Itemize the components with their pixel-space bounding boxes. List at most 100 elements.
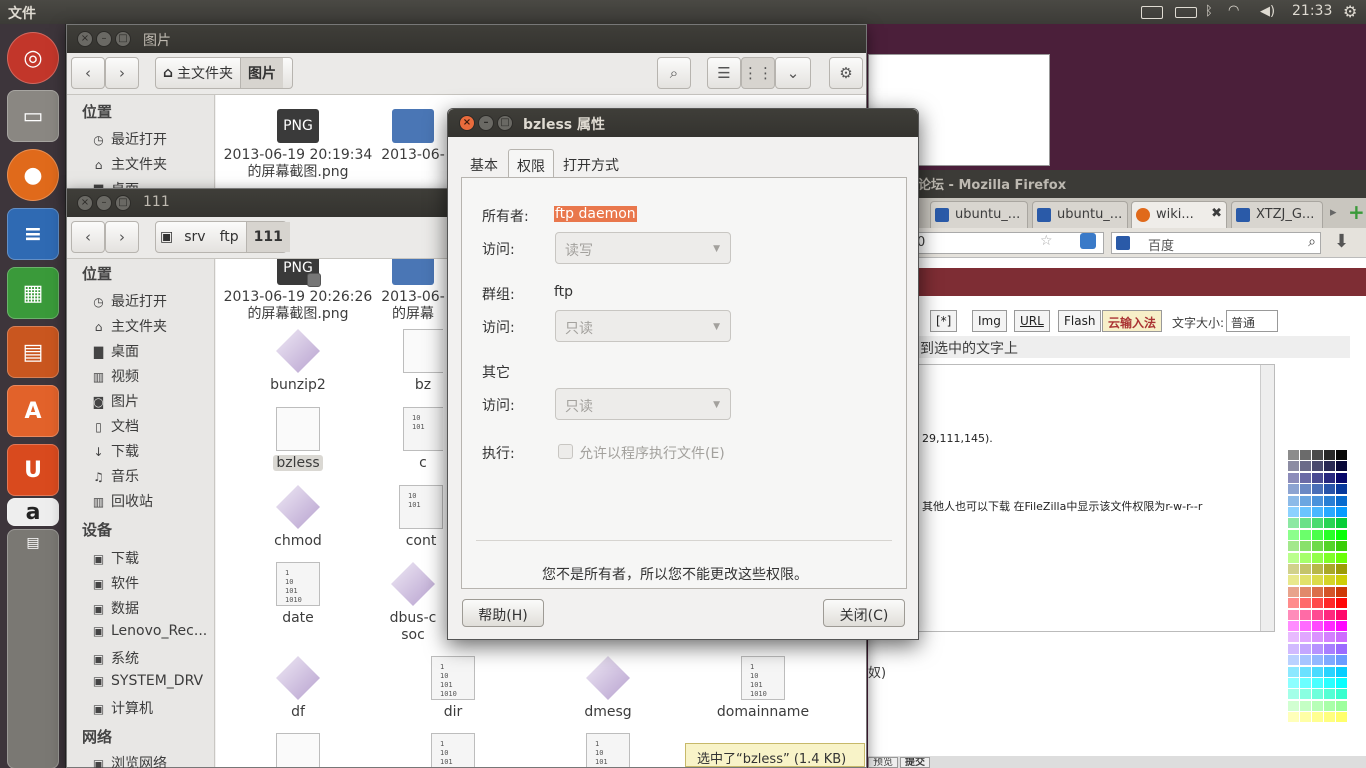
back-button[interactable]: ‹ xyxy=(71,57,105,89)
color-swatch[interactable] xyxy=(1336,564,1347,574)
editor-scrollbar[interactable] xyxy=(1260,365,1274,631)
color-swatch[interactable] xyxy=(1336,621,1347,631)
color-swatch[interactable] xyxy=(1336,678,1347,688)
sidebar-item-browse-network[interactable]: ▣ 浏览网络 xyxy=(91,753,167,768)
tab-wiki[interactable]: wiki... ✖ xyxy=(1131,201,1227,228)
color-swatch[interactable] xyxy=(1300,643,1311,654)
file-item[interactable]: 10 101 c xyxy=(403,407,443,472)
color-swatch[interactable] xyxy=(1336,586,1347,597)
close-icon[interactable]: × xyxy=(77,195,93,211)
color-swatch[interactable] xyxy=(1312,621,1323,631)
color-swatch[interactable] xyxy=(1312,507,1323,517)
color-swatch[interactable] xyxy=(1288,450,1299,460)
color-swatch[interactable] xyxy=(1288,564,1299,574)
color-swatch[interactable] xyxy=(1300,564,1311,574)
color-swatch[interactable] xyxy=(1324,518,1335,529)
color-swatch[interactable] xyxy=(1324,529,1335,540)
editor-btn-cloud-ime[interactable]: 云输入法 xyxy=(1102,310,1163,332)
new-tab-icon[interactable]: + xyxy=(1348,200,1365,224)
minimize-icon[interactable]: – xyxy=(96,31,112,47)
editor-btn-img[interactable]: Img xyxy=(972,310,1007,332)
battery-icon[interactable] xyxy=(1175,7,1197,18)
color-swatch[interactable] xyxy=(1288,586,1299,597)
color-swatch[interactable] xyxy=(1336,552,1347,563)
crumb-111[interactable]: 111 xyxy=(245,222,290,252)
color-swatch[interactable] xyxy=(1312,541,1323,552)
color-swatch[interactable] xyxy=(1336,484,1347,495)
forward-button[interactable]: › xyxy=(105,221,139,253)
color-swatch[interactable] xyxy=(1300,507,1311,517)
color-swatch[interactable] xyxy=(1336,689,1347,700)
file-item[interactable]: bunzip2 xyxy=(223,329,373,394)
file-item[interactable]: dbus-c soc xyxy=(378,562,448,644)
color-swatch[interactable] xyxy=(1300,689,1311,700)
color-swatch[interactable] xyxy=(1336,575,1347,586)
sidebar-item-recent[interactable]: ◷ 最近打开 xyxy=(91,129,167,149)
color-swatch[interactable] xyxy=(1324,507,1335,517)
grid-view-icon[interactable]: ⋮⋮ xyxy=(741,57,775,89)
color-swatch[interactable] xyxy=(1300,461,1311,472)
sidebar-device[interactable]: ▣ 软件 xyxy=(91,573,139,593)
sidebar-item-home[interactable]: ⌂ 主文件夹 xyxy=(91,316,167,336)
file-item[interactable]: 10 101 cont xyxy=(394,485,448,550)
color-swatch[interactable] xyxy=(1288,712,1299,723)
color-swatch[interactable] xyxy=(1300,586,1311,597)
color-swatch[interactable] xyxy=(1288,518,1299,529)
color-swatch[interactable] xyxy=(1324,450,1335,460)
file-item[interactable] xyxy=(223,733,373,767)
app-menu-file[interactable]: 文件 xyxy=(8,3,36,23)
minimize-icon[interactable]: – xyxy=(478,115,494,131)
editor-btn-url[interactable]: URL xyxy=(1014,310,1050,332)
sidebar-item-trash[interactable]: ▥ 回收站 xyxy=(91,491,153,511)
color-swatch[interactable] xyxy=(1336,472,1347,483)
minimize-icon[interactable]: – xyxy=(96,195,112,211)
color-swatch[interactable] xyxy=(1288,689,1299,700)
color-swatch[interactable] xyxy=(1312,712,1323,723)
tab-basic[interactable]: 基本 xyxy=(462,149,506,177)
ubuntu-one-icon[interactable]: U xyxy=(7,444,59,496)
editor-btn-star[interactable]: [*] xyxy=(930,310,958,332)
color-swatch[interactable] xyxy=(1324,598,1335,609)
color-swatch[interactable] xyxy=(1300,678,1311,688)
file-item[interactable]: PNG 2013-06-19 20:19:34 的屏幕截图.png xyxy=(223,109,373,181)
color-swatch[interactable] xyxy=(1288,666,1299,677)
sidebar-item-desktop[interactable]: ▇桌面 xyxy=(91,341,139,361)
color-swatch[interactable] xyxy=(1300,552,1311,563)
color-swatch[interactable] xyxy=(1312,495,1323,506)
color-swatch[interactable] xyxy=(1312,529,1323,540)
color-swatch[interactable] xyxy=(1312,700,1323,711)
tab-xtzj[interactable]: XTZJ_G... xyxy=(1231,201,1323,228)
color-swatch[interactable] xyxy=(1312,643,1323,654)
color-swatch[interactable] xyxy=(1288,507,1299,517)
sidebar-device[interactable]: ▣ 计算机 xyxy=(91,698,153,718)
help-button[interactable]: 帮助(H) xyxy=(462,599,544,627)
color-swatch[interactable] xyxy=(1312,655,1323,666)
crumb-ftp[interactable]: ftp xyxy=(213,222,246,252)
color-swatch[interactable] xyxy=(1336,529,1347,540)
search-icon[interactable]: ⌕ xyxy=(1308,234,1316,250)
color-swatch[interactable] xyxy=(1336,461,1347,472)
color-swatch[interactable] xyxy=(1324,689,1335,700)
color-swatch[interactable] xyxy=(1288,643,1299,654)
color-swatch[interactable] xyxy=(1312,632,1323,643)
color-swatch[interactable] xyxy=(1300,541,1311,552)
color-swatch[interactable] xyxy=(1300,666,1311,677)
color-swatch[interactable] xyxy=(1324,643,1335,654)
color-swatch[interactable] xyxy=(1312,450,1323,460)
drive-icon[interactable]: ▣ xyxy=(156,222,177,252)
color-swatch[interactable] xyxy=(1312,518,1323,529)
star-icon[interactable]: ☆ xyxy=(1040,233,1053,249)
crumb-pictures[interactable]: 图片 xyxy=(240,58,284,88)
color-swatch[interactable] xyxy=(1324,552,1335,563)
file-item[interactable]: 1 10 101 1010 domainname xyxy=(688,656,838,721)
color-swatch[interactable] xyxy=(1300,450,1311,460)
color-swatch[interactable] xyxy=(1312,678,1323,688)
color-swatch[interactable] xyxy=(1312,461,1323,472)
file-item[interactable]: bz xyxy=(403,329,443,394)
color-swatch[interactable] xyxy=(1288,541,1299,552)
dash-home-icon[interactable]: ◎ xyxy=(7,32,59,84)
gear-icon[interactable]: ⚙ xyxy=(1343,2,1357,21)
volume-icon[interactable]: ◀) xyxy=(1260,4,1275,19)
color-swatch[interactable] xyxy=(1300,575,1311,586)
close-icon[interactable]: × xyxy=(459,115,475,131)
